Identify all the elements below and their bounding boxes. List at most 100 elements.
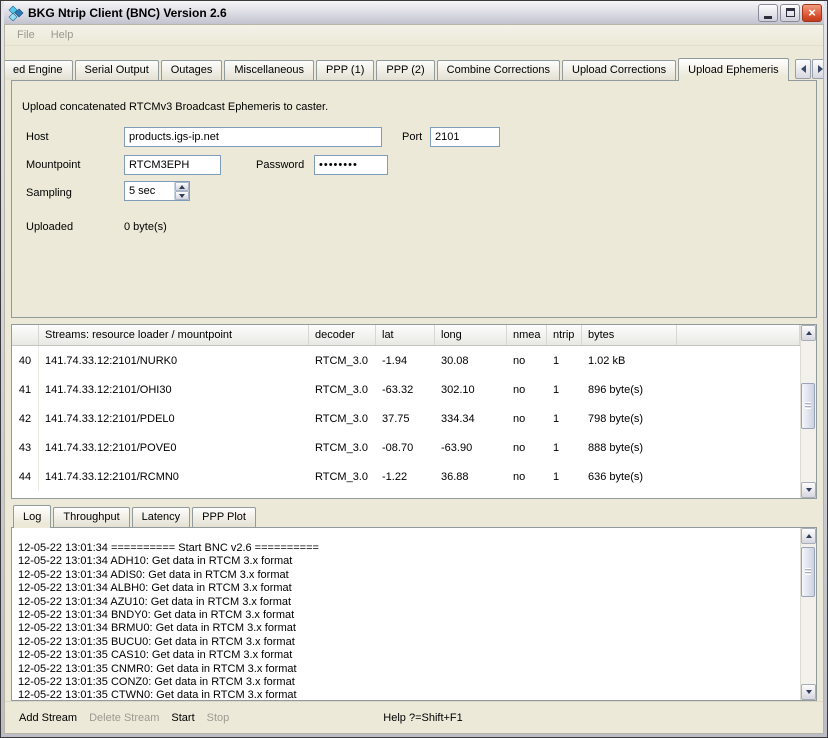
header-corner bbox=[12, 325, 39, 345]
header-filler bbox=[677, 325, 800, 345]
sampling-down-button[interactable] bbox=[175, 191, 189, 200]
scroll-thumb[interactable] bbox=[801, 547, 815, 597]
cell-long: 36.88 bbox=[435, 471, 507, 483]
table-row[interactable]: 40 141.74.33.12:2101/NURK0 RTCM_3.0 -1.9… bbox=[12, 346, 800, 375]
bottom-tabbar: Log Throughput Latency PPP Plot bbox=[5, 506, 823, 527]
cell-lat: 37.75 bbox=[376, 413, 435, 425]
streams-table-body: Streams: resource loader / mountpoint de… bbox=[12, 325, 800, 498]
cell-ntrip: 1 bbox=[547, 384, 582, 396]
maximize-icon bbox=[786, 8, 795, 17]
delete-stream-button[interactable]: Delete Stream bbox=[83, 708, 165, 728]
log-line: 12-05-22 13:01:34 AZU10: Get data in RTC… bbox=[18, 596, 798, 609]
scroll-thumb[interactable] bbox=[801, 383, 815, 429]
uploaded-label: Uploaded bbox=[26, 221, 73, 233]
cell-nmea: no bbox=[507, 355, 547, 367]
stop-button[interactable]: Stop bbox=[201, 708, 236, 728]
header-ntrip[interactable]: ntrip bbox=[547, 325, 582, 345]
cell-stream: 141.74.33.12:2101/RCMN0 bbox=[39, 471, 309, 483]
minimize-button[interactable] bbox=[758, 4, 778, 22]
table-row[interactable]: 43 141.74.33.12:2101/POVE0 RTCM_3.0 -08.… bbox=[12, 433, 800, 462]
maximize-button[interactable] bbox=[780, 4, 800, 22]
cell-decoder: RTCM_3.0 bbox=[309, 442, 376, 454]
sampling-spin-buttons bbox=[174, 182, 189, 200]
log-output: 12-05-22 13:01:34 ========== Start BNC v… bbox=[18, 542, 798, 700]
log-line: 12-05-22 13:01:35 CONZ0: Get data in RTC… bbox=[18, 676, 798, 689]
start-button[interactable]: Start bbox=[165, 708, 200, 728]
tab-outages[interactable]: Outages bbox=[161, 60, 223, 80]
scroll-down-button[interactable] bbox=[801, 482, 816, 498]
cell-lat: -1.94 bbox=[376, 355, 435, 367]
thumb-grip bbox=[805, 402, 811, 409]
close-icon: × bbox=[808, 6, 816, 19]
row-header: 41 bbox=[12, 375, 39, 404]
header-streams[interactable]: Streams: resource loader / mountpoint bbox=[39, 325, 309, 345]
cell-bytes: 888 byte(s) bbox=[582, 442, 677, 454]
tab-scroll-right-button[interactable] bbox=[812, 59, 823, 79]
scroll-down-button[interactable] bbox=[801, 684, 816, 700]
close-button[interactable]: × bbox=[802, 4, 822, 22]
add-stream-button[interactable]: Add Stream bbox=[13, 708, 83, 728]
menu-help[interactable]: Help bbox=[43, 27, 82, 43]
scroll-up-icon bbox=[806, 534, 812, 538]
tab-upload-ephemeris[interactable]: Upload Ephemeris bbox=[678, 58, 789, 81]
log-line: 12-05-22 13:01:34 BRMU0: Get data in RTC… bbox=[18, 622, 798, 635]
log-line: 12-05-22 13:01:35 CAS10: Get data in RTC… bbox=[18, 649, 798, 662]
tab-serial-output[interactable]: Serial Output bbox=[75, 60, 159, 80]
menu-file[interactable]: File bbox=[9, 27, 43, 43]
log-line: 12-05-22 13:01:34 ========== Start BNC v… bbox=[18, 542, 798, 555]
tab-feed-engine[interactable]: ed Engine bbox=[4, 60, 73, 80]
tab-log[interactable]: Log bbox=[13, 505, 51, 528]
log-line: 12-05-22 13:01:34 BNDY0: Get data in RTC… bbox=[18, 609, 798, 622]
tab-ppp-2[interactable]: PPP (2) bbox=[376, 60, 434, 80]
header-lat[interactable]: lat bbox=[376, 325, 435, 345]
spin-up-icon bbox=[179, 185, 185, 189]
bottom-action-bar: Add Stream Delete Stream Start Stop Help… bbox=[5, 701, 823, 733]
cell-ntrip: 1 bbox=[547, 355, 582, 367]
log-scrollbar bbox=[800, 528, 816, 700]
minimize-icon bbox=[764, 16, 772, 19]
log-line: 12-05-22 13:01:34 ALBH0: Get data in RTC… bbox=[18, 582, 798, 595]
tab-ppp-1[interactable]: PPP (1) bbox=[316, 60, 374, 80]
scroll-up-button[interactable] bbox=[801, 325, 816, 341]
titlebar: BKG Ntrip Client (BNC) Version 2.6 × bbox=[4, 1, 824, 24]
menubar: File Help bbox=[5, 25, 823, 46]
table-row[interactable]: 42 141.74.33.12:2101/PDEL0 RTCM_3.0 37.7… bbox=[12, 404, 800, 433]
tab-throughput[interactable]: Throughput bbox=[53, 507, 129, 527]
table-row[interactable]: 44 141.74.33.12:2101/RCMN0 RTCM_3.0 -1.2… bbox=[12, 462, 800, 491]
scroll-track[interactable] bbox=[801, 544, 816, 684]
tab-scroll-buttons bbox=[795, 59, 823, 79]
cell-bytes: 636 byte(s) bbox=[582, 471, 677, 483]
table-row[interactable]: 41 141.74.33.12:2101/OHI30 RTCM_3.0 -63.… bbox=[12, 375, 800, 404]
row-header: 44 bbox=[12, 462, 39, 491]
app-icon bbox=[8, 5, 24, 21]
scroll-track[interactable] bbox=[801, 341, 816, 482]
sampling-up-button[interactable] bbox=[175, 182, 189, 191]
cell-ntrip: 1 bbox=[547, 413, 582, 425]
mountpoint-input[interactable] bbox=[124, 155, 221, 175]
header-nmea[interactable]: nmea bbox=[507, 325, 547, 345]
tab-upload-corrections[interactable]: Upload Corrections bbox=[562, 60, 676, 80]
header-bytes[interactable]: bytes bbox=[582, 325, 677, 345]
cell-bytes: 896 byte(s) bbox=[582, 384, 677, 396]
tab-combine-corrections[interactable]: Combine Corrections bbox=[437, 60, 560, 80]
log-line: 12-05-22 13:01:35 CNMR0: Get data in RTC… bbox=[18, 663, 798, 676]
cell-stream: 141.74.33.12:2101/OHI30 bbox=[39, 384, 309, 396]
sampling-spinbox[interactable]: 5 sec bbox=[124, 181, 190, 201]
tab-scroll-left-button[interactable] bbox=[795, 59, 811, 79]
cell-decoder: RTCM_3.0 bbox=[309, 355, 376, 367]
port-input[interactable] bbox=[430, 127, 500, 147]
cell-decoder: RTCM_3.0 bbox=[309, 471, 376, 483]
header-decoder[interactable]: decoder bbox=[309, 325, 376, 345]
cell-stream: 141.74.33.12:2101/POVE0 bbox=[39, 442, 309, 454]
tab-latency[interactable]: Latency bbox=[132, 507, 191, 527]
header-long[interactable]: long bbox=[435, 325, 507, 345]
password-input[interactable] bbox=[314, 155, 388, 175]
chevron-right-icon bbox=[818, 65, 823, 73]
tab-ppp-plot[interactable]: PPP Plot bbox=[192, 507, 256, 527]
scroll-down-icon bbox=[806, 690, 812, 694]
thumb-grip bbox=[805, 568, 811, 575]
scroll-up-button[interactable] bbox=[801, 528, 816, 544]
host-input[interactable] bbox=[124, 127, 382, 147]
cell-ntrip: 1 bbox=[547, 442, 582, 454]
tab-miscellaneous[interactable]: Miscellaneous bbox=[224, 60, 314, 80]
